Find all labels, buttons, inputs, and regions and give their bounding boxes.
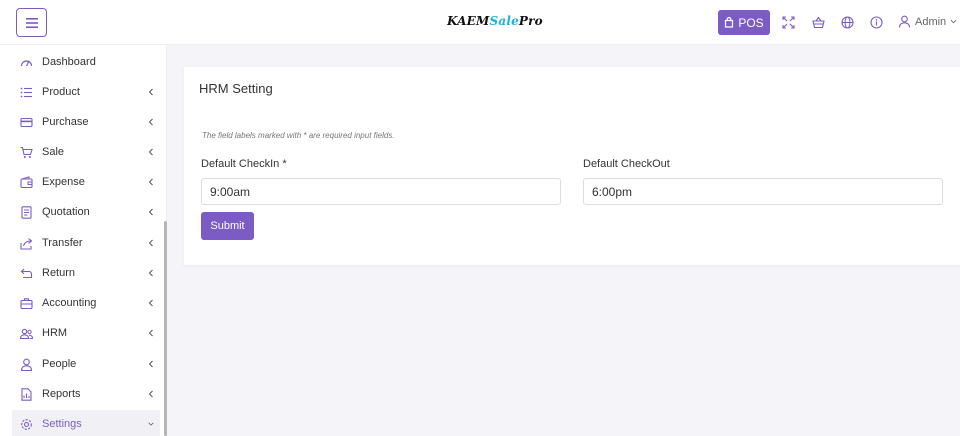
chevron-left-icon bbox=[147, 208, 155, 216]
chevron-left-icon bbox=[147, 360, 155, 368]
chevron-left-icon bbox=[147, 299, 155, 307]
sidebar-item-label: Reports bbox=[42, 388, 81, 400]
sidebar-item-label: Dashboard bbox=[42, 56, 96, 68]
gear-icon bbox=[20, 418, 33, 431]
list-icon bbox=[20, 86, 33, 99]
admin-label: Admin bbox=[915, 15, 947, 28]
sidebar-item-label: Accounting bbox=[42, 297, 97, 309]
checkout-label: Default CheckOut bbox=[583, 158, 670, 170]
sidebar-item-expense[interactable]: Expense bbox=[12, 168, 160, 196]
chevron-left-icon bbox=[147, 239, 155, 247]
sidebar-item-label: Expense bbox=[42, 176, 85, 188]
chevron-left-icon bbox=[147, 329, 155, 337]
language-button[interactable] bbox=[840, 15, 854, 29]
menu-icon bbox=[25, 17, 38, 28]
sidebar-item-label: Return bbox=[42, 267, 76, 279]
admin-menu[interactable]: Admin bbox=[898, 15, 957, 28]
sidebar-item-label: Sale bbox=[42, 146, 65, 158]
sidebar-item-accounting[interactable]: Accounting bbox=[12, 289, 160, 317]
chevron-down-icon bbox=[950, 19, 957, 24]
dashboard-icon bbox=[20, 56, 33, 69]
chevron-left-icon bbox=[147, 118, 155, 126]
sidebar-item-label: Purchase bbox=[42, 116, 89, 128]
cart-icon bbox=[20, 146, 33, 159]
required-fields-note: The field labels marked with * are requi… bbox=[202, 131, 395, 140]
return-icon bbox=[20, 267, 33, 280]
basket-button[interactable] bbox=[811, 15, 825, 29]
brand-part1: KAEM bbox=[447, 14, 490, 28]
credit-card-icon bbox=[20, 116, 33, 129]
fullscreen-button[interactable] bbox=[781, 15, 795, 29]
sidebar: Dashboard Product Purchase Sale Expense … bbox=[0, 45, 167, 436]
top-header: KAEMSalePro POS Admin bbox=[0, 0, 960, 45]
report-icon bbox=[20, 387, 33, 401]
sidebar-scrollbar[interactable] bbox=[164, 221, 167, 436]
wallet-icon bbox=[20, 175, 33, 189]
sidebar-item-label: Settings bbox=[42, 418, 82, 430]
sidebar-item-label: People bbox=[42, 358, 77, 370]
sidebar-item-product[interactable]: Product bbox=[12, 78, 160, 106]
team-icon bbox=[20, 327, 33, 340]
sidebar-item-label: Product bbox=[42, 86, 80, 98]
submit-button[interactable]: Submit bbox=[201, 212, 254, 240]
document-icon bbox=[20, 205, 33, 219]
info-button[interactable] bbox=[869, 15, 883, 29]
sidebar-item-people[interactable]: People bbox=[12, 350, 160, 378]
sidebar-item-label: HRM bbox=[42, 327, 68, 339]
hrm-setting-card: HRM Setting The field labels marked with… bbox=[184, 67, 960, 265]
pos-label: POS bbox=[738, 15, 764, 30]
share-icon bbox=[20, 237, 33, 250]
brand-part2: Sale bbox=[489, 14, 519, 28]
sidebar-item-sale[interactable]: Sale bbox=[12, 138, 160, 166]
sidebar-item-reports[interactable]: Reports bbox=[12, 380, 160, 408]
checkin-label: Default CheckIn * bbox=[201, 158, 287, 170]
checkout-input[interactable] bbox=[583, 178, 943, 205]
sidebar-item-settings[interactable]: Settings bbox=[12, 410, 160, 436]
menu-toggle-button[interactable] bbox=[16, 8, 47, 37]
brand-logo[interactable]: KAEMSalePro bbox=[447, 14, 543, 28]
sidebar-item-transfer[interactable]: Transfer bbox=[12, 229, 160, 257]
pos-button[interactable]: POS bbox=[718, 10, 770, 35]
sidebar-item-hrm[interactable]: HRM bbox=[12, 319, 160, 347]
sidebar-item-label: Quotation bbox=[42, 206, 90, 218]
info-icon bbox=[869, 15, 883, 29]
chevron-left-icon bbox=[147, 178, 155, 186]
shopping-bag-icon bbox=[725, 17, 734, 28]
chevron-down-icon bbox=[147, 420, 155, 428]
sidebar-item-quotation[interactable]: Quotation bbox=[12, 198, 160, 226]
brand-part3: Pro bbox=[518, 14, 543, 28]
sidebar-item-label: Transfer bbox=[42, 237, 83, 249]
chevron-left-icon bbox=[147, 148, 155, 156]
user-icon bbox=[898, 15, 911, 28]
globe-icon bbox=[840, 15, 854, 29]
person-icon bbox=[20, 358, 33, 371]
page-title: HRM Setting bbox=[199, 81, 273, 96]
sidebar-item-dashboard[interactable]: Dashboard bbox=[12, 48, 160, 76]
basket-icon bbox=[811, 16, 825, 28]
chevron-left-icon bbox=[147, 390, 155, 398]
checkin-input[interactable] bbox=[201, 178, 561, 205]
chevron-left-icon bbox=[147, 269, 155, 277]
sidebar-item-return[interactable]: Return bbox=[12, 259, 160, 287]
chevron-left-icon bbox=[147, 88, 155, 96]
briefcase-icon bbox=[20, 297, 33, 310]
fullscreen-icon bbox=[781, 15, 795, 29]
sidebar-item-purchase[interactable]: Purchase bbox=[12, 108, 160, 136]
